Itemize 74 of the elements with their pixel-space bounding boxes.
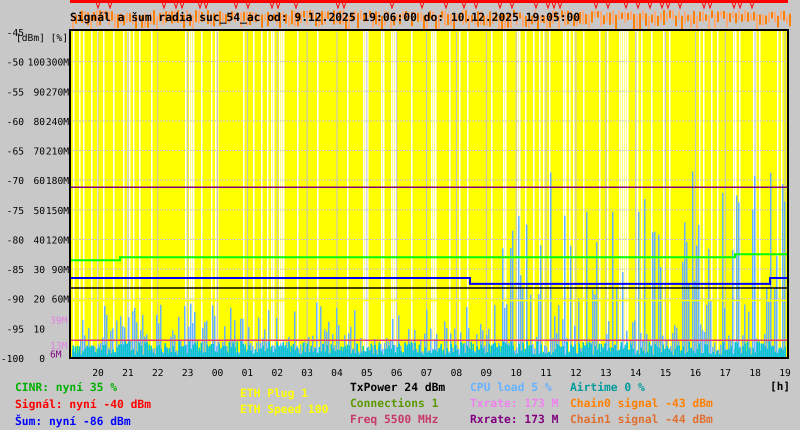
y-tick-label: 210M [46,146,69,158]
y-tick-label: 10 [33,324,45,336]
x-tick-label: 04 [331,368,343,379]
x-tick-label: 05 [361,368,373,379]
x-tick-label: 12 [570,368,582,379]
chart-title: Signál a šum radia suc_54_ac od: 9.12.2025 19:06:00 do: 10.12.2025 19:05:00 [70,11,580,24]
x-tick-label: 03 [301,368,313,379]
current-value-label: 39M [50,315,68,326]
legend-entry: Chain0 signal -43 dBm [570,396,714,412]
x-tick-label: 08 [450,368,462,379]
y-tick-label: 60M [52,294,69,306]
x-tick-label: 23 [182,368,194,379]
y-tick-label: 20 [33,294,45,306]
y-tick-label: 180M [46,176,69,188]
y-tick-label: 90 [33,87,45,98]
x-tick-label: 07 [420,368,432,379]
x-tick-label: 13 [600,368,612,379]
y-tick-label: -70 [6,176,24,188]
current-value-label: 13M [50,340,68,352]
y-tick-label: 0 [39,354,45,365]
legend-entry: Airtime 0 % [570,380,646,396]
y-tick-label: -100 [0,354,24,365]
legend-entry: ETH Speed 100 [240,402,330,418]
x-tick-label: 06 [390,368,402,379]
y-tick-label: -65 [6,146,24,158]
y-tick-label: -55 [6,87,24,98]
x-tick-label: 15 [660,368,672,379]
y-tick-label: 70 [33,146,45,158]
legend-entry: Signál: nyní -40 dBm [15,397,152,413]
y-tick-label: 40 [33,235,45,246]
x-tick-label: 09 [480,368,492,379]
x-tick-label: 10 [510,368,522,379]
x-tick-label: 20 [92,368,104,379]
y-tick-label: 100 [28,58,45,69]
y-tick-label: 30 [33,265,45,276]
legend-entry: Freq 5500 MHz [350,412,440,428]
y-tick-label: 80 [33,116,45,128]
x-tick-label: 00 [212,368,224,379]
y-tick-label: 150M [46,206,69,217]
legend-entry: Txrate: 173 M [470,396,560,412]
legend-entry: CPU load 5 % [470,380,553,396]
y-tick-label: -95 [6,324,24,336]
y-tick-label: 90M [52,265,69,276]
y-tick-label: 60 [33,176,45,188]
x-axis-label: [h] [770,380,790,393]
y-tick-label: 50 [33,206,45,217]
y-tick-label: -50 [6,58,24,69]
x-tick-label: 18 [749,368,761,379]
y-tick-label: -85 [6,265,24,276]
current-value-label: 6M [50,349,62,360]
legend-entry: ETH Plug 1 [240,386,310,402]
x-tick-label: 11 [540,368,552,379]
x-tick-label: 19 [779,368,791,379]
legend-entry: Connections 1 [350,396,440,412]
y-tick-label: 240M [46,116,69,128]
y-tick-label: 120M [46,235,69,246]
legend-entry: TxPower 24 dBm [350,380,446,396]
y-tick-label: -60 [6,116,24,128]
x-tick-label: 17 [720,368,732,379]
y-tick-label: 270M [46,87,69,98]
x-tick-label: 16 [690,368,702,379]
y-tick-label: 300M [46,58,69,69]
x-tick-label: 21 [122,368,134,379]
x-tick-label: 14 [630,368,642,379]
x-tick-label: 22 [152,368,164,379]
y-tick-label: -80 [6,235,24,246]
legend-entry: CINR: nyní 35 % [15,380,118,396]
legend-entry: Rxrate: 173 M [470,412,560,428]
legend-entry: Chain1 signal -44 dBm [570,412,714,428]
y-tick-label: -90 [6,294,24,306]
legend-entry: Šum: nyní -86 dBm [15,414,132,430]
y-tick-label: -75 [6,206,24,217]
x-tick-label: 01 [242,368,254,379]
x-tick-label: 02 [271,368,283,379]
